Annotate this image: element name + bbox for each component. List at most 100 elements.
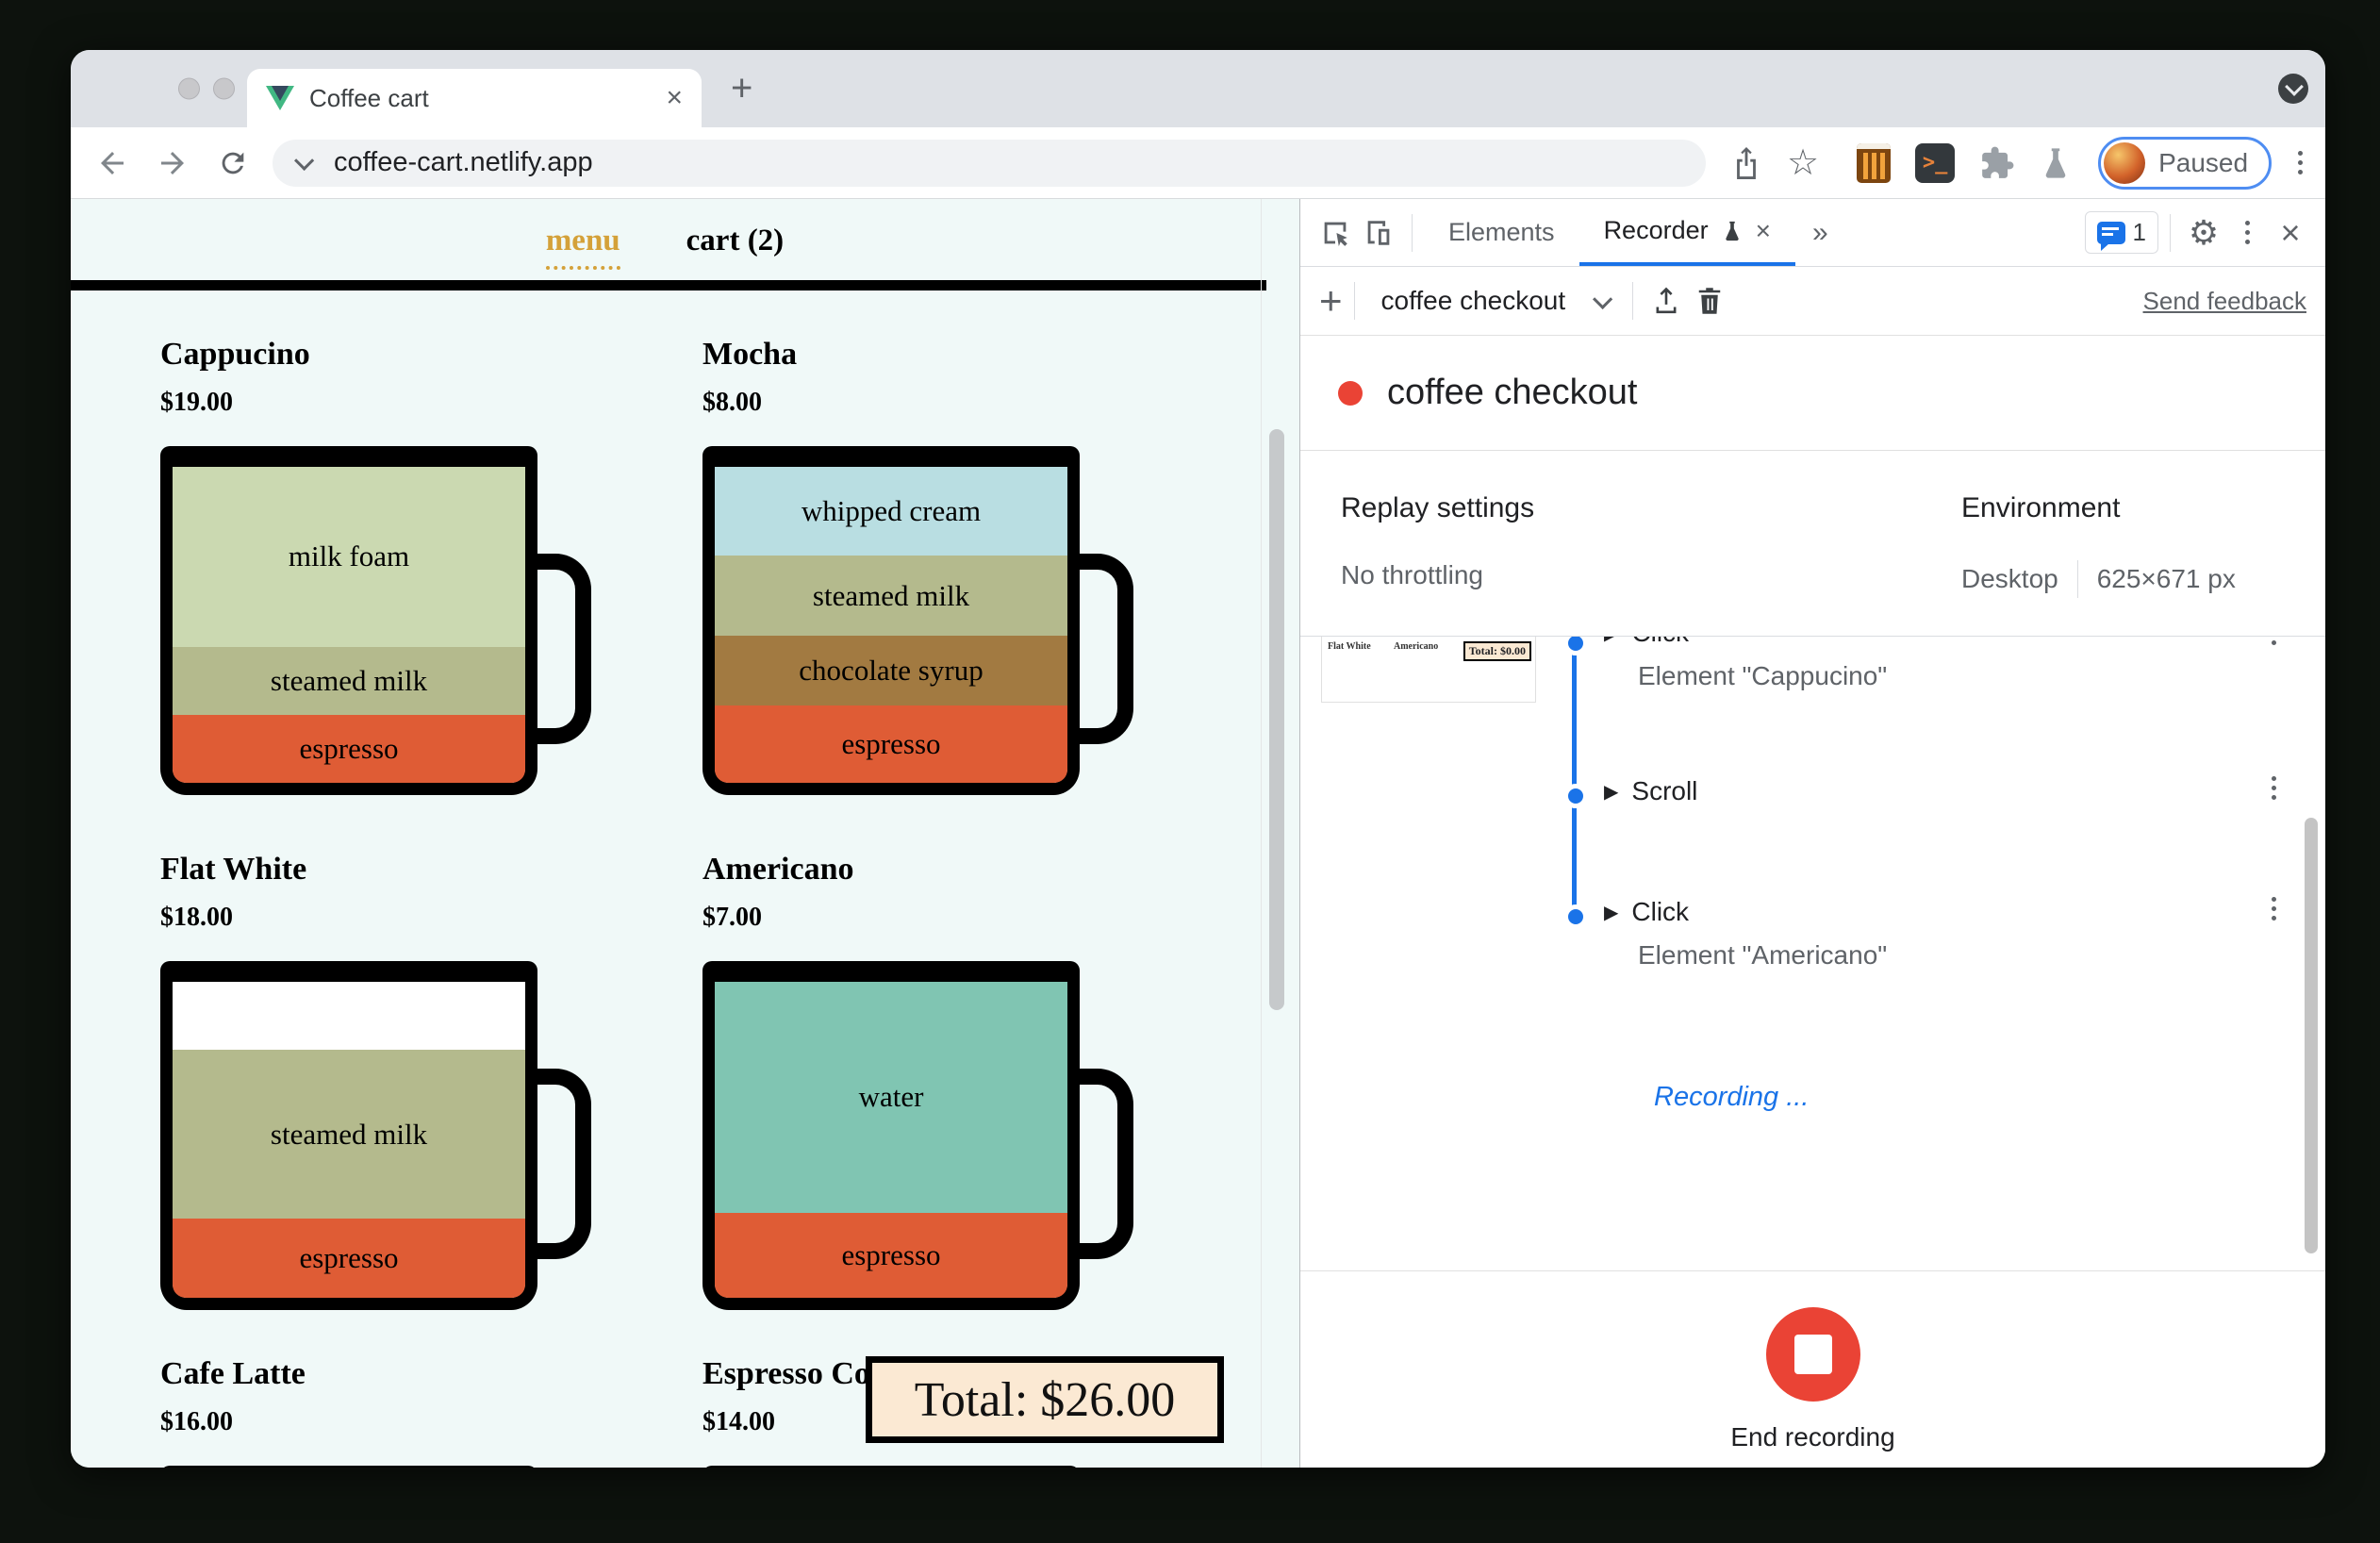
profile-chip[interactable]: Paused [2098,136,2273,190]
cup-cappucino[interactable]: milk foam steamed milk espresso [160,446,591,795]
close-recorder-tab-icon[interactable]: × [1756,216,1771,246]
site-info-chevron-icon[interactable] [294,150,315,171]
notebook-extension-icon [1857,142,1892,183]
reload-button[interactable] [212,142,254,184]
steps-timeline [1572,637,1577,924]
coffee-cart-page: menu cart (2) Cappucino $19.00 milk foam… [71,199,1299,1468]
url-text[interactable]: coffee-cart.netlify.app [334,147,593,178]
devtools-settings-button[interactable]: ⚙ [2182,215,2225,250]
environment-heading[interactable]: Environment [1961,492,2120,524]
item-name: Cappucino [160,337,310,372]
device-toolbar-icon [1367,220,1390,245]
step-title: Click [1631,897,1690,926]
layer-whipped-cream: whipped cream [715,467,1067,556]
recording-header: coffee checkout [1300,336,2325,451]
back-arrow-icon [101,151,124,174]
layer-espresso: espresso [715,1212,1067,1298]
extension-flask[interactable] [2040,145,2072,181]
recording-thumbnail[interactable]: Flat White Americano Total: $0.00 [1321,637,1536,703]
divider [1412,213,1413,252]
delete-recording-button[interactable] [1688,285,1731,317]
device-toolbar-button[interactable] [1357,217,1400,249]
tab-coffee-cart[interactable]: Coffee cart × [247,69,702,127]
avatar [2104,141,2146,184]
cup-espresso-con-panna[interactable] [702,1466,1080,1468]
inspect-element-button[interactable] [1314,217,1357,249]
puzzle-icon [1982,146,2014,178]
step-menu-button[interactable] [2272,897,2276,921]
extension-notebook[interactable] [1857,142,1892,183]
menu-item-mocha: Mocha $8.00 whipped cream steamed milk c… [702,337,1133,795]
tab-close-icon[interactable]: × [666,84,683,112]
close-devtools-button[interactable]: × [2269,213,2312,253]
back-button[interactable] [91,142,133,184]
throttling-value: No throttling [1341,560,1483,589]
step-subtitle: Element "Americano" [1638,940,1888,970]
export-recording-button[interactable] [1645,285,1688,317]
thumb-total: Total: $0.00 [1463,641,1531,661]
step-click-cappucino[interactable]: ▶ Click Element "Cappucino" [1604,637,2222,691]
issues-count: 1 [2132,218,2146,246]
window-minimize-button[interactable] [213,77,235,100]
new-tab-button[interactable]: + [731,68,752,110]
address-bar[interactable]: coffee-cart.netlify.app [273,139,1706,187]
content-area: menu cart (2) Cappucino $19.00 milk foam… [71,199,2325,1468]
step-dot [1563,637,1588,655]
cup-flat-white[interactable]: steamed milk espresso [160,961,591,1310]
layer-top [173,982,525,1051]
page-scrollbar-thumb[interactable] [1269,429,1284,1010]
devtools-scrollbar-thumb[interactable] [2305,818,2318,1253]
step-title: Scroll [1631,776,1698,805]
step-menu-button[interactable] [2272,637,2276,645]
step-click-americano[interactable]: ▶ Click Element "Americano" [1604,897,2222,971]
recorder-footer: End recording [1300,1270,2325,1468]
layer-espresso: espresso [173,1219,525,1298]
layer-espresso: espresso [715,705,1067,783]
page-nav: menu cart (2) [71,224,1259,270]
step-menu-button[interactable] [2272,776,2276,800]
share-button[interactable] [1730,145,1762,181]
devtools-menu-button[interactable] [2225,221,2269,244]
thumb-item-1: Flat White [1328,641,1371,652]
bookmark-star-icon[interactable]: ☆ [1787,145,1819,181]
profile-status-label: Paused [2158,147,2249,177]
extension-terminal[interactable]: >_ [1915,142,1956,183]
step-title: Click [1631,637,1689,648]
expand-step-icon[interactable]: ▶ [1604,901,1618,924]
browser-menu-button[interactable] [2298,151,2304,174]
cup-americano[interactable]: water espresso [702,961,1133,1310]
step-dot [1563,904,1588,929]
cup-cafe-latte[interactable] [160,1466,537,1468]
expand-step-icon[interactable]: ▶ [1604,637,1618,645]
expand-step-icon[interactable]: ▶ [1604,780,1618,804]
more-tabs-button[interactable]: » [1812,217,1828,249]
step-scroll[interactable]: ▶ Scroll [1604,776,2222,806]
device-value: Desktop [1961,564,2058,593]
send-feedback-link[interactable]: Send feedback [2143,287,2306,316]
tab-elements[interactable]: Elements [1424,199,1579,266]
flask-icon [1725,221,1739,241]
divider [2076,560,2078,598]
item-price: $18.00 [160,903,233,932]
cart-total-box[interactable]: Total: $26.00 [866,1356,1224,1443]
export-icon [1656,287,1677,314]
replay-settings-heading[interactable]: Replay settings [1341,492,1534,524]
recording-select[interactable]: coffee checkout [1381,286,1566,316]
cup-handle [517,554,591,744]
end-recording-button[interactable] [1765,1307,1860,1402]
cup-mocha[interactable]: whipped cream steamed milk chocolate syr… [702,446,1133,795]
cup-handle [517,1069,591,1259]
add-recording-button[interactable]: + [1319,278,1343,324]
tab-recorder[interactable]: Recorder × [1578,199,1795,266]
divider [71,280,1266,290]
tab-search-button[interactable] [2278,74,2308,104]
terminal-extension-icon: >_ [1915,142,1956,183]
window-close-button[interactable] [178,77,200,100]
environment-value: Desktop 625×671 px [1961,560,2236,598]
forward-button[interactable] [152,142,193,184]
nav-menu-link[interactable]: menu [545,224,620,270]
chevron-down-icon[interactable] [1593,289,1613,309]
extensions-button[interactable] [1979,145,2015,181]
nav-cart-link[interactable]: cart (2) [686,224,785,270]
issues-counter-button[interactable]: 1 [2084,211,2158,254]
